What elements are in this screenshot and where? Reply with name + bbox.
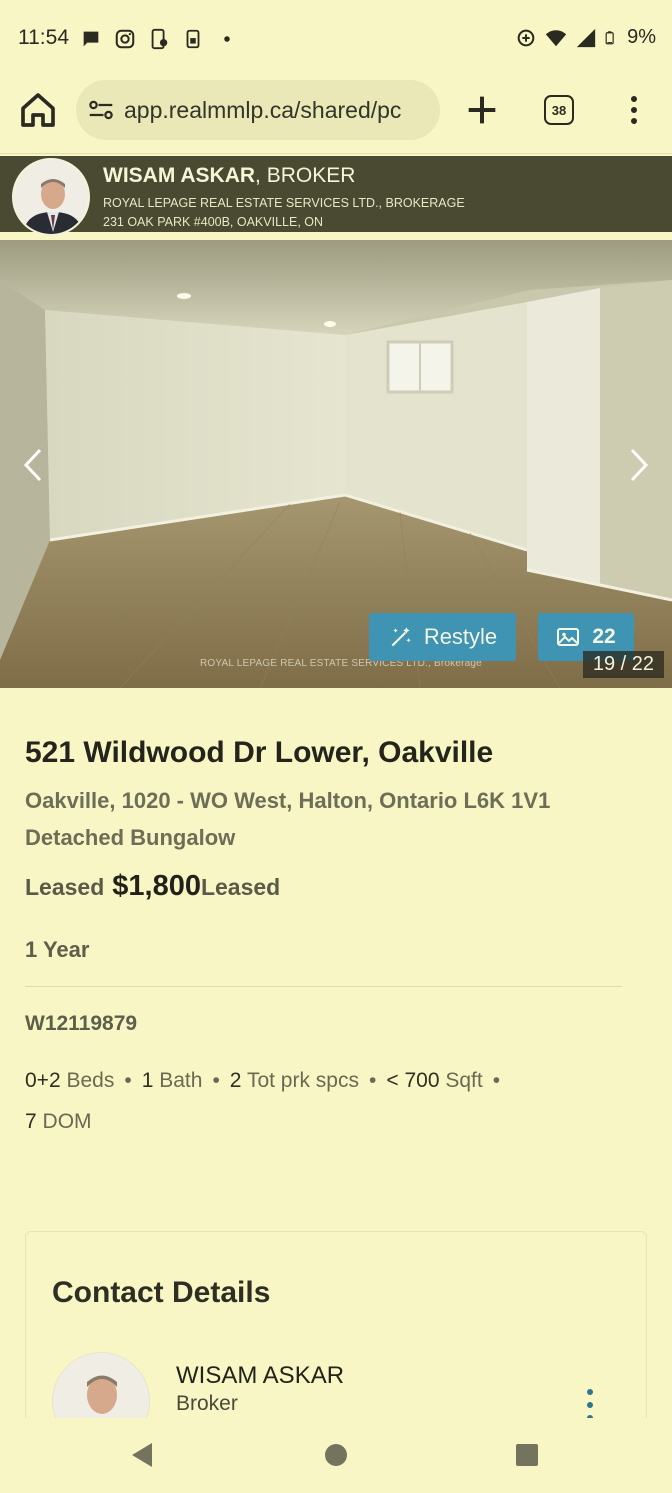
- back-icon[interactable]: [130, 1442, 154, 1468]
- listing-address: 521 Wildwood Dr Lower, Oakville: [25, 736, 494, 769]
- status-icons-right: 9%: [515, 26, 656, 49]
- sim-icon: [186, 29, 200, 49]
- divider: [25, 986, 622, 987]
- agent-name: WISAM ASKAR, BROKER: [103, 164, 356, 187]
- price-row: Leased $1,800 Leased: [25, 870, 280, 903]
- recents-icon[interactable]: [516, 1444, 538, 1466]
- listing-type: Detached Bungalow: [25, 825, 236, 850]
- tab-count: 38: [551, 102, 567, 118]
- fact-sqft: < 700 Sqft: [386, 1069, 483, 1092]
- previous-photo-icon[interactable]: [14, 440, 54, 490]
- listing-photo[interactable]: ROYAL LEPAGE REAL ESTATE SERVICES LTD., …: [0, 240, 672, 688]
- photo-counter: 19 / 22: [582, 651, 664, 678]
- photo-count: 22: [592, 625, 616, 648]
- lease-term: 1 Year: [25, 937, 90, 962]
- new-tab-icon[interactable]: [462, 90, 502, 130]
- contact-role: Broker: [176, 1392, 238, 1415]
- wifi-icon: [546, 29, 567, 46]
- agent-address: 231 OAK PARK #400B, OAKVILLE, ON: [103, 215, 324, 229]
- phone-icon: [151, 28, 168, 50]
- magic-wand-icon: [391, 627, 411, 647]
- listing-facts: 0+2 Beds • 1 Bath • 2 Tot prk spcs • < 700 Sqf…: [25, 1069, 501, 1133]
- site-settings-icon[interactable]: [86, 95, 116, 125]
- status-time: 11:54: [18, 26, 69, 49]
- signal-icon: [576, 28, 596, 47]
- fact-parking: 2 Tot prk spcs: [229, 1069, 359, 1092]
- fact-baths: 1 Bath: [141, 1069, 203, 1092]
- address-bar[interactable]: app.realmmlp.ca/shared/pc: [76, 80, 440, 140]
- battery-level: 9%: [627, 26, 656, 48]
- next-photo-icon[interactable]: [618, 440, 658, 490]
- listing-price: $1,800: [112, 870, 201, 902]
- browser-menu-icon[interactable]: [620, 90, 648, 130]
- home-nav-icon[interactable]: [325, 1444, 347, 1466]
- contact-heading: Contact Details: [52, 1276, 271, 1309]
- home-icon[interactable]: [18, 90, 58, 130]
- status-bar: 11:54 9%: [0, 0, 672, 78]
- battery-icon: [605, 30, 614, 44]
- mls-number: W12119879: [25, 1012, 138, 1035]
- data-saver-icon: [517, 29, 535, 46]
- contact-card: Contact Details WISAM ASKAR Broker: [25, 1231, 647, 1431]
- agent-brokerage: ROYAL LEPAGE REAL ESTATE SERVICES LTD., …: [103, 196, 465, 210]
- contact-options-icon[interactable]: [584, 1389, 596, 1421]
- status-label: Leased: [25, 874, 105, 900]
- chat-icon: [83, 31, 99, 47]
- restyle-label: Restyle: [423, 624, 498, 649]
- system-nav-bar: [0, 1418, 672, 1493]
- dot-icon: [224, 36, 230, 42]
- listing-area: Oakville, 1020 - WO West, Halton, Ontari…: [25, 788, 551, 813]
- browser-toolbar: app.realmmlp.ca/shared/pc 38: [0, 78, 672, 154]
- agent-banner: WISAM ASKAR, BROKER ROYAL LEPAGE REAL ES…: [0, 156, 672, 236]
- url-text[interactable]: app.realmmlp.ca/shared/pc: [124, 97, 401, 124]
- tab-switcher-button[interactable]: 38: [544, 95, 574, 125]
- fact-dom: 7 DOM: [25, 1110, 92, 1133]
- image-icon: [557, 628, 580, 646]
- restyle-button[interactable]: Restyle: [369, 613, 516, 661]
- fact-beds: 0+2 Beds: [25, 1069, 115, 1092]
- status-suffix: Leased: [200, 874, 281, 900]
- contact-name: WISAM ASKAR: [176, 1362, 345, 1389]
- status-icons-left: [80, 28, 238, 50]
- instagram-icon: [115, 29, 135, 49]
- agent-avatar: [12, 158, 90, 236]
